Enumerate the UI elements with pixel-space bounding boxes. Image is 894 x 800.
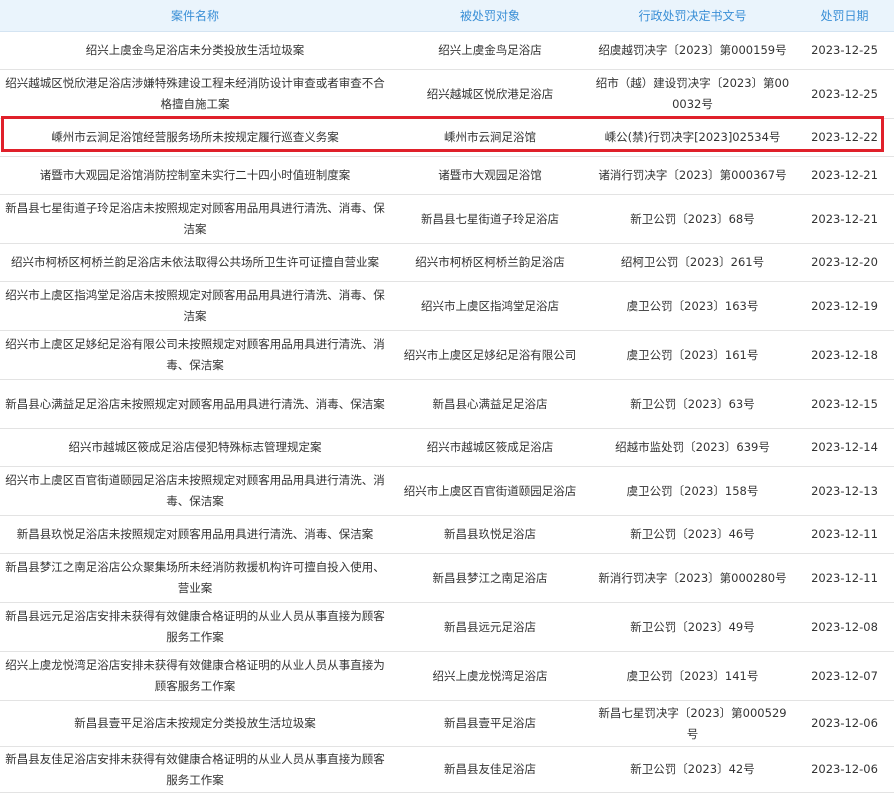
case-name[interactable]: 新昌县玖悦足浴店未按照规定对顾客用品用具进行清洗、消毒、保洁案	[0, 515, 390, 554]
decision-number: 虞卫公罚〔2023〕141号	[590, 651, 795, 701]
penalty-date: 2023-12-07	[795, 651, 894, 701]
case-name[interactable]: 绍兴市越城区筱成足浴店侵犯特殊标志管理规定案	[0, 428, 390, 467]
decision-number: 新卫公罚〔2023〕63号	[590, 379, 795, 429]
table-row[interactable]: 绍兴市柯桥区柯桥兰韵足浴店未依法取得公共场所卫生许可证擅自营业案 绍兴市柯桥区柯…	[0, 243, 894, 282]
decision-number: 虞卫公罚〔2023〕161号	[590, 330, 795, 380]
penalty-date: 2023-12-25	[795, 31, 894, 70]
penalty-date: 2023-12-25	[795, 69, 894, 119]
case-name[interactable]: 新昌县心满益足足浴店未按照规定对顾客用品用具进行清洗、消毒、保洁案	[0, 379, 390, 429]
case-name[interactable]: 新昌县友佳足浴店安排未获得有效健康合格证明的从业人员从事直接为顾客服务工作案	[0, 746, 390, 793]
header-penalty-date[interactable]: 处罚日期	[795, 0, 894, 32]
case-name[interactable]: 绍兴上虞金鸟足浴店未分类投放生活垃圾案	[0, 31, 390, 70]
penalty-date: 2023-12-18	[795, 330, 894, 380]
table-row[interactable]: 绍兴市越城区筱成足浴店侵犯特殊标志管理规定案 绍兴市越城区筱成足浴店 绍越市监处…	[0, 428, 894, 467]
penalized-party: 绍兴越城区悦欣港足浴店	[390, 69, 590, 119]
case-name[interactable]: 嵊州市云涧足浴馆经营服务场所未按规定履行巡查义务案	[0, 118, 390, 157]
decision-number: 嵊公(禁)行罚决字[2023]02534号	[590, 118, 795, 157]
penalized-party: 新昌县梦江之南足浴店	[390, 553, 590, 603]
table-row[interactable]: 新昌县七星街道子玲足浴店未按照规定对顾客用品用具进行清洗、消毒、保洁案 新昌县七…	[0, 194, 894, 244]
penalized-party: 新昌县友佳足浴店	[390, 746, 590, 793]
decision-number: 绍虞越罚决字〔2023〕第000159号	[590, 31, 795, 70]
decision-number: 绍越市监处罚〔2023〕639号	[590, 428, 795, 467]
table-row[interactable]: 新昌县远元足浴店安排未获得有效健康合格证明的从业人员从事直接为顾客服务工作案 新…	[0, 602, 894, 652]
case-name[interactable]: 新昌县梦江之南足浴店公众聚集场所未经消防救援机构许可擅自投入使用、营业案	[0, 553, 390, 603]
decision-number: 绍柯卫公罚〔2023〕261号	[590, 243, 795, 282]
penalized-party: 新昌县心满益足足浴店	[390, 379, 590, 429]
penalized-party: 新昌县玖悦足浴店	[390, 515, 590, 554]
penalized-party: 诸暨市大观园足浴馆	[390, 156, 590, 195]
penalty-date: 2023-12-08	[795, 602, 894, 652]
penalty-date: 2023-12-06	[795, 746, 894, 793]
penalized-party: 绍兴上虞金鸟足浴店	[390, 31, 590, 70]
case-name[interactable]: 绍兴市上虞区百官街道颐园足浴店未按照规定对顾客用品用具进行清洗、消毒、保洁案	[0, 466, 390, 516]
decision-number: 虞卫公罚〔2023〕163号	[590, 281, 795, 331]
decision-number: 新消行罚决字〔2023〕第000280号	[590, 553, 795, 603]
table-row[interactable]: 新昌县壹平足浴店未按规定分类投放生活垃圾案 新昌县壹平足浴店 新昌七星罚决字〔2…	[0, 700, 894, 747]
penalty-date: 2023-12-19	[795, 281, 894, 331]
header-case-name[interactable]: 案件名称	[0, 0, 390, 32]
penalized-party: 绍兴市上虞区百官街道颐园足浴店	[390, 466, 590, 516]
case-name[interactable]: 绍兴市上虞区指鸿堂足浴店未按照规定对顾客用品用具进行清洗、消毒、保洁案	[0, 281, 390, 331]
penalty-date: 2023-12-14	[795, 428, 894, 467]
penalized-party: 嵊州市云涧足浴馆	[390, 118, 590, 157]
decision-number: 诸消行罚决字〔2023〕第000367号	[590, 156, 795, 195]
penalized-party: 新昌县七星街道子玲足浴店	[390, 194, 590, 244]
table-row[interactable]: 新昌县玖悦足浴店未按照规定对顾客用品用具进行清洗、消毒、保洁案 新昌县玖悦足浴店…	[0, 515, 894, 554]
case-name[interactable]: 新昌县壹平足浴店未按规定分类投放生活垃圾案	[0, 700, 390, 747]
table-row[interactable]: 绍兴市上虞区百官街道颐园足浴店未按照规定对顾客用品用具进行清洗、消毒、保洁案 绍…	[0, 466, 894, 516]
penalty-date: 2023-12-20	[795, 243, 894, 282]
penalized-party: 绍兴市上虞区指鸿堂足浴店	[390, 281, 590, 331]
case-name[interactable]: 绍兴上虞龙悦湾足浴店安排未获得有效健康合格证明的从业人员从事直接为顾客服务工作案	[0, 651, 390, 701]
decision-number: 新卫公罚〔2023〕46号	[590, 515, 795, 554]
table-row[interactable]: 绍兴市上虞区足姼纪足浴有限公司未按照规定对顾客用品用具进行清洗、消毒、保洁案 绍…	[0, 330, 894, 380]
penalized-party: 绍兴市上虞区足姼纪足浴有限公司	[390, 330, 590, 380]
table-row[interactable]: 绍兴市上虞区指鸿堂足浴店未按照规定对顾客用品用具进行清洗、消毒、保洁案 绍兴市上…	[0, 281, 894, 331]
case-name[interactable]: 绍兴越城区悦欣港足浴店涉嫌特殊建设工程未经消防设计审查或者审查不合格擅自施工案	[0, 69, 390, 119]
decision-number: 新卫公罚〔2023〕42号	[590, 746, 795, 793]
table-row[interactable]: 新昌县梦江之南足浴店公众聚集场所未经消防救援机构许可擅自投入使用、营业案 新昌县…	[0, 553, 894, 603]
penalized-party: 绍兴上虞龙悦湾足浴店	[390, 651, 590, 701]
penalized-party: 绍兴市柯桥区柯桥兰韵足浴店	[390, 243, 590, 282]
case-name[interactable]: 新昌县远元足浴店安排未获得有效健康合格证明的从业人员从事直接为顾客服务工作案	[0, 602, 390, 652]
penalty-date: 2023-12-15	[795, 379, 894, 429]
case-name[interactable]: 绍兴市上虞区足姼纪足浴有限公司未按照规定对顾客用品用具进行清洗、消毒、保洁案	[0, 330, 390, 380]
table-header: 案件名称 被处罚对象 行政处罚决定书文号 处罚日期	[0, 0, 894, 32]
case-name[interactable]: 新昌县七星街道子玲足浴店未按照规定对顾客用品用具进行清洗、消毒、保洁案	[0, 194, 390, 244]
penalty-date: 2023-12-06	[795, 700, 894, 747]
decision-number: 绍市（越）建设罚决字〔2023〕第000032号	[590, 69, 795, 119]
header-decision-number[interactable]: 行政处罚决定书文号	[590, 0, 795, 32]
penalized-party: 新昌县壹平足浴店	[390, 700, 590, 747]
table-row[interactable]: 绍兴上虞金鸟足浴店未分类投放生活垃圾案 绍兴上虞金鸟足浴店 绍虞越罚决字〔202…	[0, 31, 894, 70]
case-name[interactable]: 诸暨市大观园足浴馆消防控制室未实行二十四小时值班制度案	[0, 156, 390, 195]
header-penalized-party[interactable]: 被处罚对象	[390, 0, 590, 32]
penalty-date: 2023-12-22	[795, 118, 894, 157]
decision-number: 虞卫公罚〔2023〕158号	[590, 466, 795, 516]
table-row[interactable]: 新昌县心满益足足浴店未按照规定对顾客用品用具进行清洗、消毒、保洁案 新昌县心满益…	[0, 379, 894, 429]
penalty-date: 2023-12-13	[795, 466, 894, 516]
penalized-party: 新昌县远元足浴店	[390, 602, 590, 652]
table-row[interactable]: 绍兴越城区悦欣港足浴店涉嫌特殊建设工程未经消防设计审查或者审查不合格擅自施工案 …	[0, 69, 894, 119]
decision-number: 新卫公罚〔2023〕68号	[590, 194, 795, 244]
case-name[interactable]: 绍兴市柯桥区柯桥兰韵足浴店未依法取得公共场所卫生许可证擅自营业案	[0, 243, 390, 282]
table-row[interactable]: 诸暨市大观园足浴馆消防控制室未实行二十四小时值班制度案 诸暨市大观园足浴馆 诸消…	[0, 156, 894, 195]
decision-number: 新卫公罚〔2023〕49号	[590, 602, 795, 652]
penalized-party: 绍兴市越城区筱成足浴店	[390, 428, 590, 467]
table-row[interactable]: 新昌县友佳足浴店安排未获得有效健康合格证明的从业人员从事直接为顾客服务工作案 新…	[0, 746, 894, 793]
penalty-date: 2023-12-11	[795, 515, 894, 554]
table-row[interactable]: 绍兴上虞龙悦湾足浴店安排未获得有效健康合格证明的从业人员从事直接为顾客服务工作案…	[0, 651, 894, 701]
table-row[interactable]: 嵊州市云涧足浴馆经营服务场所未按规定履行巡查义务案 嵊州市云涧足浴馆 嵊公(禁)…	[0, 118, 894, 157]
penalty-date: 2023-12-21	[795, 194, 894, 244]
penalty-cases-table: 案件名称 被处罚对象 行政处罚决定书文号 处罚日期 绍兴上虞金鸟足浴店未分类投放…	[0, 0, 894, 793]
decision-number: 新昌七星罚决字〔2023〕第000529号	[590, 700, 795, 747]
penalty-date: 2023-12-11	[795, 553, 894, 603]
penalty-date: 2023-12-21	[795, 156, 894, 195]
